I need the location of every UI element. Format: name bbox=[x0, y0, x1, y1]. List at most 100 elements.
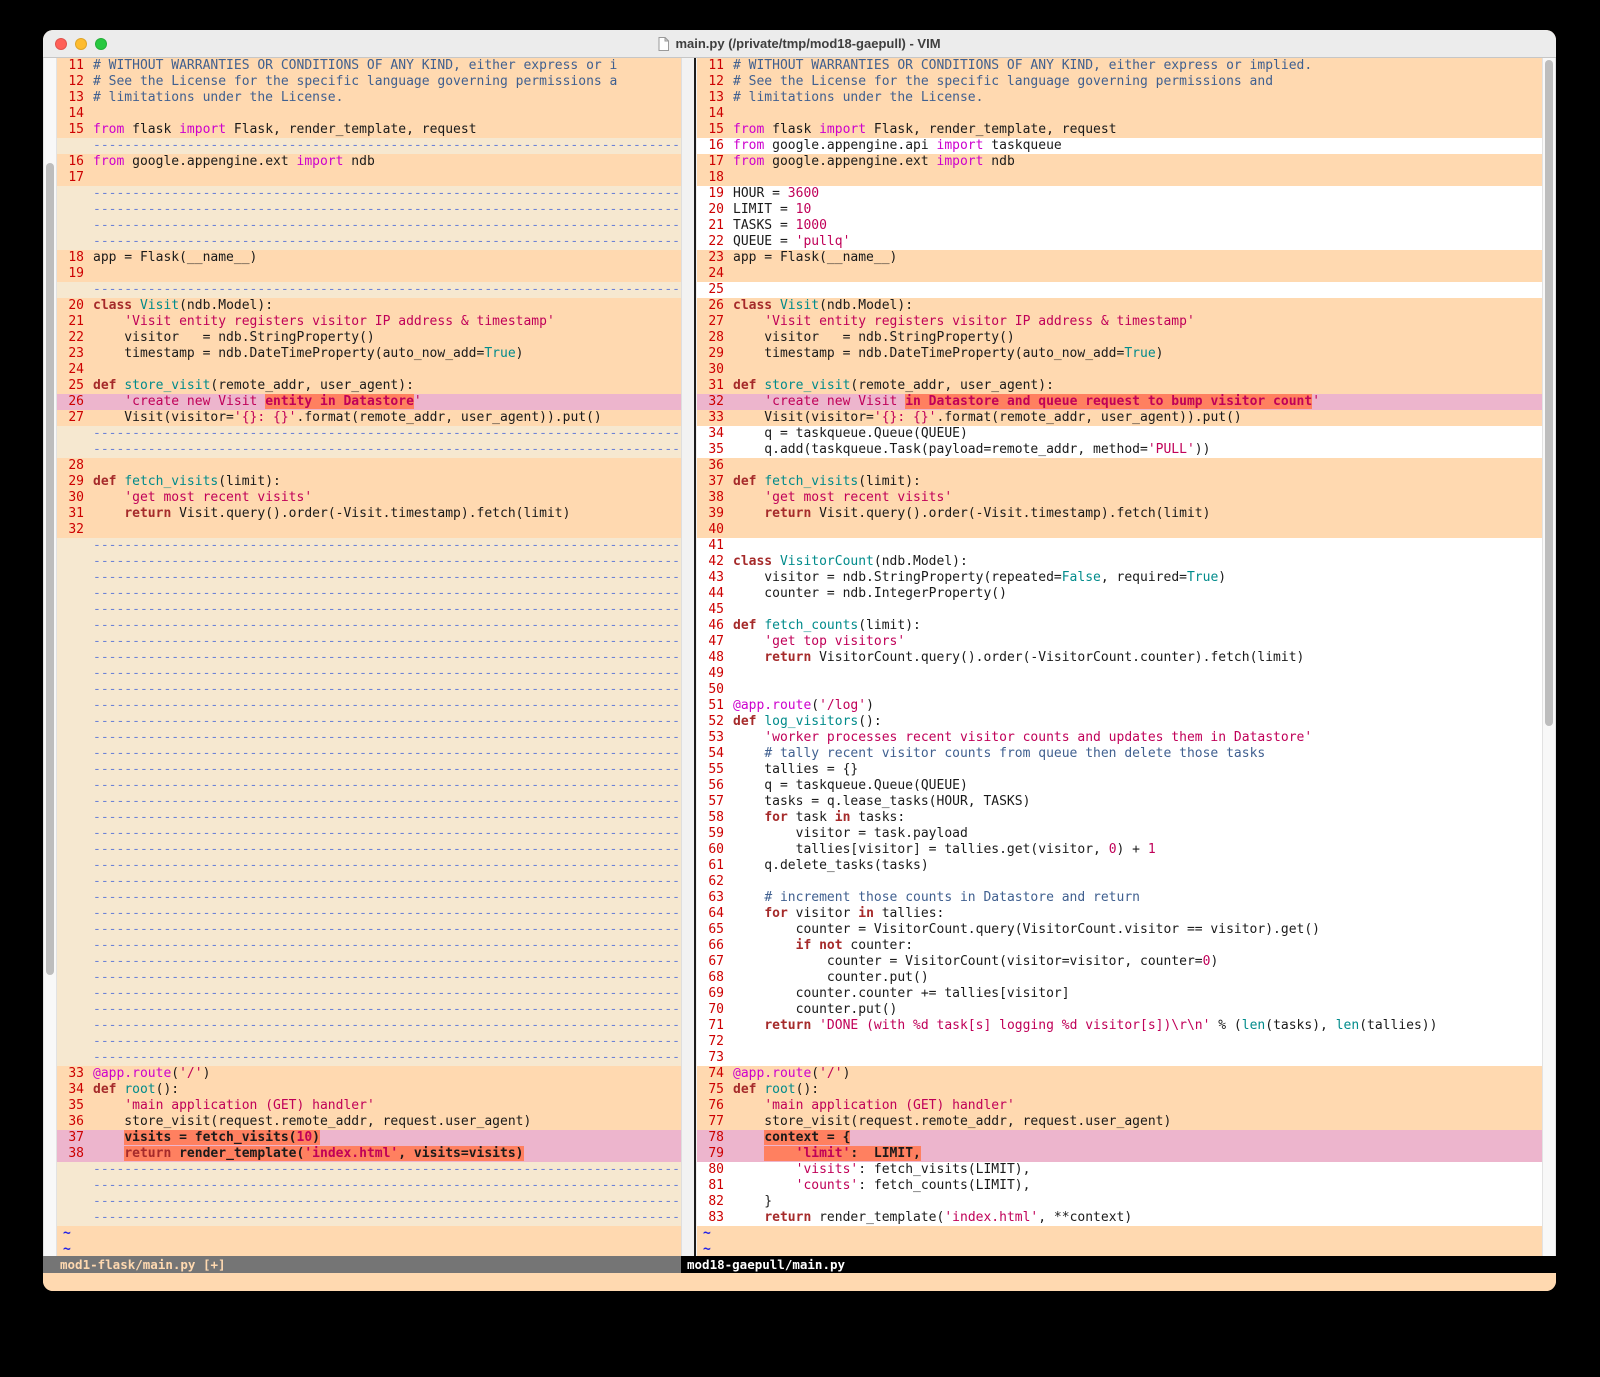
code-line[interactable]: 28 bbox=[57, 458, 681, 474]
diff-filler-line[interactable]: ----------------------------------------… bbox=[57, 986, 681, 1002]
code-line[interactable]: 28 visitor = ndb.StringProperty() bbox=[697, 330, 1542, 346]
code-line[interactable]: 48 return VisitorCount.query().order(-Vi… bbox=[697, 650, 1542, 666]
diff-filler-line[interactable]: ----------------------------------------… bbox=[57, 570, 681, 586]
code-line[interactable]: 69 counter.counter += tallies[visitor] bbox=[697, 986, 1542, 1002]
diff-filler-line[interactable]: ----------------------------------------… bbox=[57, 730, 681, 746]
code-line[interactable]: 61 q.delete_tasks(tasks) bbox=[697, 858, 1542, 874]
diff-filler-line[interactable]: ----------------------------------------… bbox=[57, 202, 681, 218]
code-line[interactable]: 57 tasks = q.lease_tasks(HOUR, TASKS) bbox=[697, 794, 1542, 810]
code-line[interactable]: 37def fetch_visits(limit): bbox=[697, 474, 1542, 490]
code-line[interactable]: 65 counter = VisitorCount.query(VisitorC… bbox=[697, 922, 1542, 938]
code-line[interactable]: 11# WITHOUT WARRANTIES OR CONDITIONS OF … bbox=[697, 58, 1542, 74]
diff-filler-line[interactable]: ----------------------------------------… bbox=[57, 602, 681, 618]
code-line[interactable]: 14 bbox=[697, 106, 1542, 122]
code-line[interactable]: 24 bbox=[57, 362, 681, 378]
code-line[interactable]: 80 'visits': fetch_visits(LIMIT), bbox=[697, 1162, 1542, 1178]
code-line[interactable]: 29def fetch_visits(limit): bbox=[57, 474, 681, 490]
code-line[interactable]: 23app = Flask(__name__) bbox=[697, 250, 1542, 266]
code-line[interactable]: 22QUEUE = 'pullq' bbox=[697, 234, 1542, 250]
code-line[interactable]: 17from google.appengine.ext import ndb bbox=[697, 154, 1542, 170]
code-line[interactable]: 25def store_visit(remote_addr, user_agen… bbox=[57, 378, 681, 394]
code-line[interactable]: 20class Visit(ndb.Model): bbox=[57, 298, 681, 314]
code-line[interactable]: 27 'Visit entity registers visitor IP ad… bbox=[697, 314, 1542, 330]
code-line[interactable]: 30 'get most recent visits' bbox=[57, 490, 681, 506]
code-line[interactable]: 38 'get most recent visits' bbox=[697, 490, 1542, 506]
code-line[interactable]: 53 'worker processes recent visitor coun… bbox=[697, 730, 1542, 746]
right-scrollbar[interactable] bbox=[1542, 58, 1556, 1256]
code-line[interactable]: 31def store_visit(remote_addr, user_agen… bbox=[697, 378, 1542, 394]
code-line[interactable]: 23 timestamp = ndb.DateTimeProperty(auto… bbox=[57, 346, 681, 362]
code-line[interactable]: 81 'counts': fetch_counts(LIMIT), bbox=[697, 1178, 1542, 1194]
diff-filler-line[interactable]: ----------------------------------------… bbox=[57, 874, 681, 890]
code-line[interactable]: 55 tallies = {} bbox=[697, 762, 1542, 778]
code-line[interactable]: 76 'main application (GET) handler' bbox=[697, 1098, 1542, 1114]
code-line[interactable]: 15from flask import Flask, render_templa… bbox=[57, 122, 681, 138]
code-line[interactable]: 30 bbox=[697, 362, 1542, 378]
diff-filler-line[interactable]: ----------------------------------------… bbox=[57, 282, 681, 298]
code-line[interactable]: 75def root(): bbox=[697, 1082, 1542, 1098]
code-line[interactable]: 40 bbox=[697, 522, 1542, 538]
left-scrollbar-thumb[interactable] bbox=[46, 163, 54, 975]
diff-filler-line[interactable]: ----------------------------------------… bbox=[57, 842, 681, 858]
code-line[interactable]: 37 visits = fetch_visits(10) bbox=[57, 1130, 681, 1146]
diff-filler-line[interactable]: ----------------------------------------… bbox=[57, 890, 681, 906]
code-line[interactable]: 14 bbox=[57, 106, 681, 122]
code-line[interactable]: 42class VisitorCount(ndb.Model): bbox=[697, 554, 1542, 570]
left-editor-pane[interactable]: 11# WITHOUT WARRANTIES OR CONDITIONS OF … bbox=[57, 58, 681, 1256]
code-line[interactable]: 26class Visit(ndb.Model): bbox=[697, 298, 1542, 314]
code-line[interactable]: 46def fetch_counts(limit): bbox=[697, 618, 1542, 634]
right-editor-pane[interactable]: 11# WITHOUT WARRANTIES OR CONDITIONS OF … bbox=[697, 58, 1542, 1256]
empty-buffer-tilde-line[interactable]: ~ bbox=[57, 1226, 681, 1242]
titlebar[interactable]: main.py (/private/tmp/mod18-gaepull) - V… bbox=[43, 30, 1556, 58]
code-line[interactable]: 44 counter = ndb.IntegerProperty() bbox=[697, 586, 1542, 602]
code-line[interactable]: 18 bbox=[697, 170, 1542, 186]
code-line[interactable]: 67 counter = VisitorCount(visitor=visito… bbox=[697, 954, 1542, 970]
diff-filler-line[interactable]: ----------------------------------------… bbox=[57, 426, 681, 442]
code-line[interactable]: 26 'create new Visit entity in Datastore… bbox=[57, 394, 681, 410]
diff-filler-line[interactable]: ----------------------------------------… bbox=[57, 186, 681, 202]
code-line[interactable]: 68 counter.put() bbox=[697, 970, 1542, 986]
code-line[interactable]: 70 counter.put() bbox=[697, 1002, 1542, 1018]
code-line[interactable]: 74@app.route('/') bbox=[697, 1066, 1542, 1082]
code-line[interactable]: 16from google.appengine.ext import ndb bbox=[57, 154, 681, 170]
code-line[interactable]: 33@app.route('/') bbox=[57, 1066, 681, 1082]
diff-filler-line[interactable]: ----------------------------------------… bbox=[57, 138, 681, 154]
code-line[interactable]: 64 for visitor in tallies: bbox=[697, 906, 1542, 922]
code-line[interactable]: 66 if not counter: bbox=[697, 938, 1542, 954]
code-line[interactable]: 13# limitations under the License. bbox=[697, 90, 1542, 106]
code-line[interactable]: 34def root(): bbox=[57, 1082, 681, 1098]
code-line[interactable]: 72 bbox=[697, 1034, 1542, 1050]
diff-filler-line[interactable]: ----------------------------------------… bbox=[57, 682, 681, 698]
code-line[interactable]: 13# limitations under the License. bbox=[57, 90, 681, 106]
window-split-divider[interactable] bbox=[681, 58, 697, 1256]
code-line[interactable]: 11# WITHOUT WARRANTIES OR CONDITIONS OF … bbox=[57, 58, 681, 74]
diff-filler-line[interactable]: ----------------------------------------… bbox=[57, 714, 681, 730]
diff-filler-line[interactable]: ----------------------------------------… bbox=[57, 858, 681, 874]
diff-filler-line[interactable]: ----------------------------------------… bbox=[57, 538, 681, 554]
zoom-button[interactable] bbox=[95, 38, 107, 50]
code-line[interactable]: 62 bbox=[697, 874, 1542, 890]
code-line[interactable]: 50 bbox=[697, 682, 1542, 698]
minimize-button[interactable] bbox=[75, 38, 87, 50]
diff-filler-line[interactable]: ----------------------------------------… bbox=[57, 650, 681, 666]
diff-filler-line[interactable]: ----------------------------------------… bbox=[57, 698, 681, 714]
code-line[interactable]: 31 return Visit.query().order(-Visit.tim… bbox=[57, 506, 681, 522]
code-line[interactable]: 58 for task in tasks: bbox=[697, 810, 1542, 826]
code-line[interactable]: 79 'limit': LIMIT, bbox=[697, 1146, 1542, 1162]
code-line[interactable]: 59 visitor = task.payload bbox=[697, 826, 1542, 842]
code-line[interactable]: 82 } bbox=[697, 1194, 1542, 1210]
code-line[interactable]: 51@app.route('/log') bbox=[697, 698, 1542, 714]
diff-filler-line[interactable]: ----------------------------------------… bbox=[57, 906, 681, 922]
code-line[interactable]: 47 'get top visitors' bbox=[697, 634, 1542, 650]
code-line[interactable]: 25 bbox=[697, 282, 1542, 298]
code-line[interactable]: 27 Visit(visitor='{}: {}'.format(remote_… bbox=[57, 410, 681, 426]
code-line[interactable]: 35 q.add(taskqueue.Task(payload=remote_a… bbox=[697, 442, 1542, 458]
diff-filler-line[interactable]: ----------------------------------------… bbox=[57, 634, 681, 650]
diff-filler-line[interactable]: ----------------------------------------… bbox=[57, 1210, 681, 1226]
diff-filler-line[interactable]: ----------------------------------------… bbox=[57, 794, 681, 810]
code-line[interactable]: 52def log_visitors(): bbox=[697, 714, 1542, 730]
empty-buffer-tilde-line[interactable]: ~ bbox=[697, 1226, 1542, 1242]
code-line[interactable]: 36 store_visit(request.remote_addr, requ… bbox=[57, 1114, 681, 1130]
diff-filler-line[interactable]: ----------------------------------------… bbox=[57, 666, 681, 682]
code-line[interactable]: 77 store_visit(request.remote_addr, requ… bbox=[697, 1114, 1542, 1130]
